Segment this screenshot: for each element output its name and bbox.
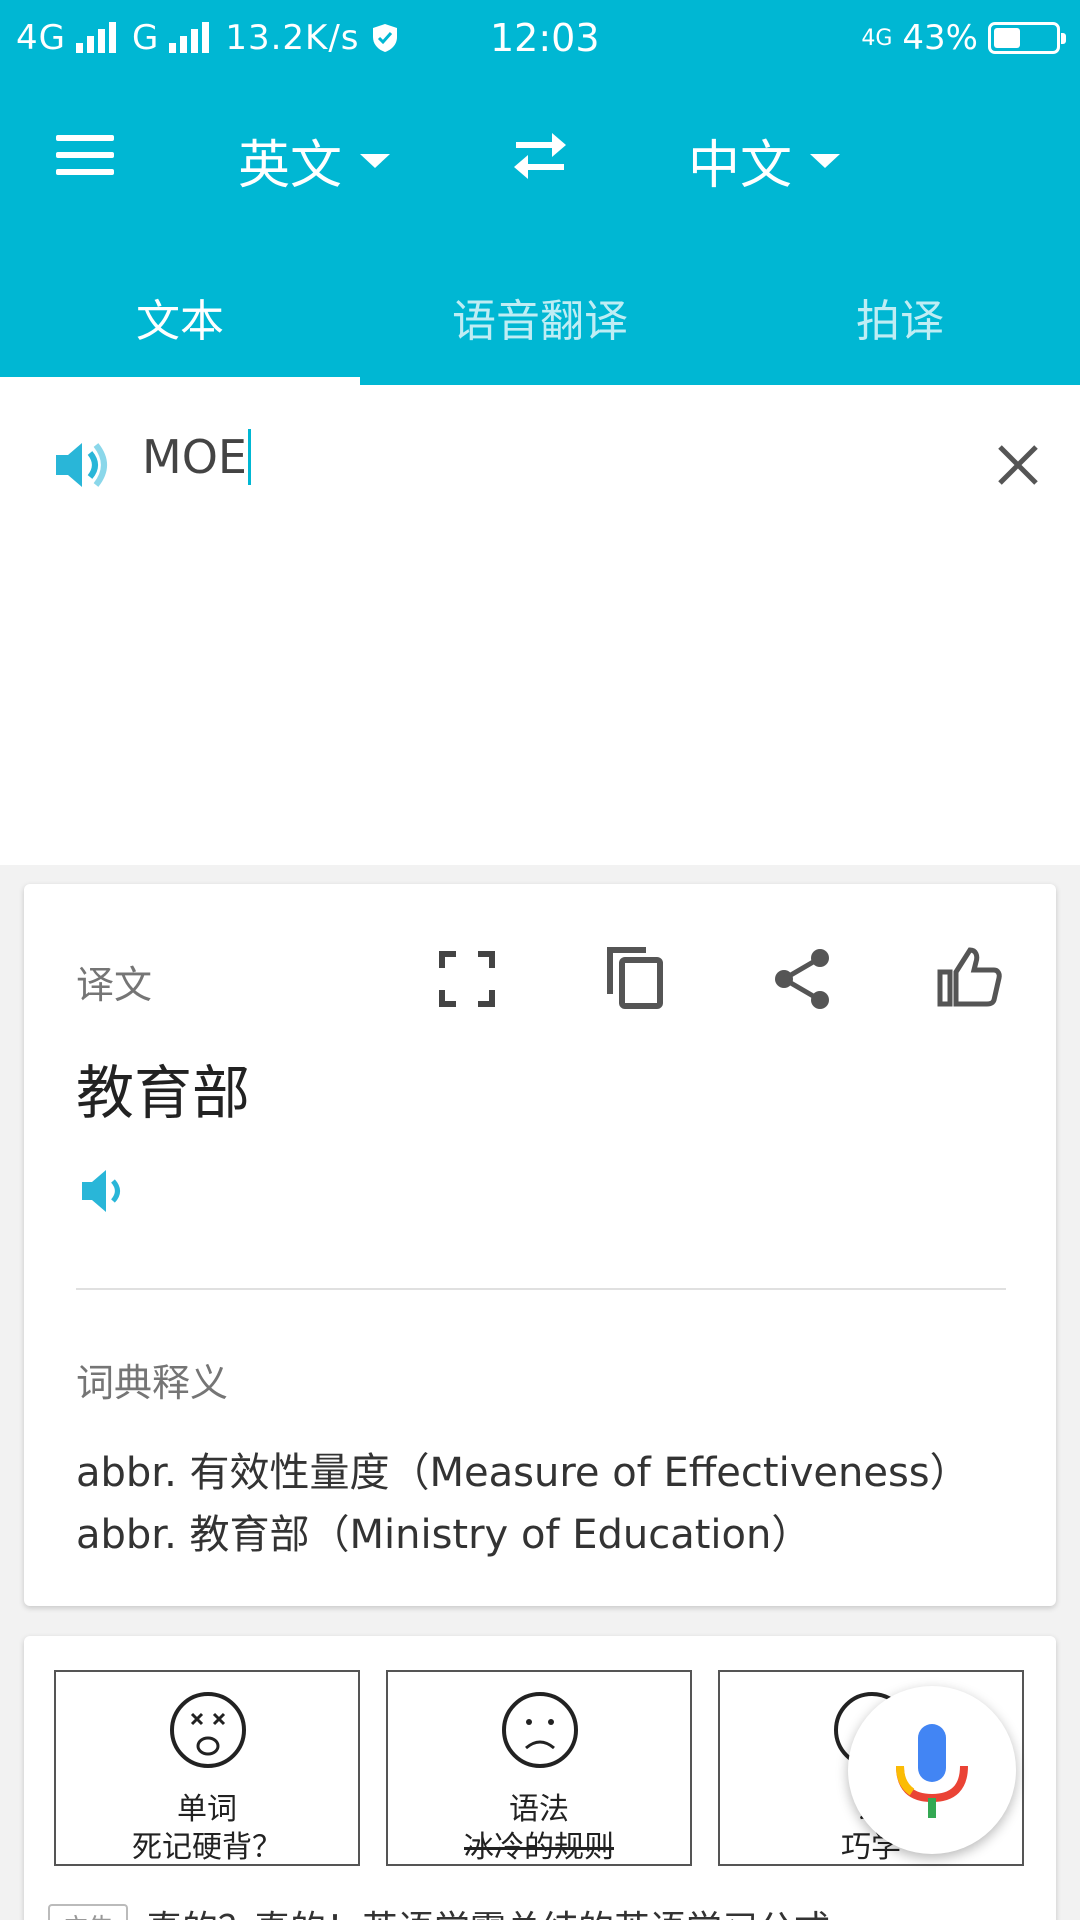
mic-icon bbox=[896, 1724, 968, 1818]
translation-label: 译文 bbox=[76, 963, 153, 1007]
net-speed: 13.2K/s bbox=[225, 18, 360, 58]
dizzy-face-icon bbox=[170, 1692, 246, 1768]
shield-icon bbox=[372, 24, 397, 52]
translation-result: 教育部 bbox=[76, 1059, 251, 1127]
status-bar: 4G G 13.2K/s 12:03 4G 43% bbox=[0, 0, 1080, 75]
speaker-icon[interactable] bbox=[80, 1166, 130, 1216]
network-type-right: 4G bbox=[861, 25, 893, 51]
ad-tile[interactable]: 单词 死记硬背？ bbox=[54, 1670, 360, 1866]
ad-badge: 广告 bbox=[48, 1903, 129, 1920]
chevron-down-icon bbox=[810, 153, 841, 168]
target-language-label: 中文 bbox=[688, 136, 793, 196]
language-bar: 英文 中文 bbox=[0, 95, 1080, 215]
tab-voice-translate[interactable]: 语音翻译 bbox=[360, 285, 720, 349]
dictionary-definition: abbr. 有效性量度（Measure of Effectiveness） bbox=[76, 1450, 970, 1496]
ad-tile-subtitle: 冰冷的规则 bbox=[464, 1830, 614, 1865]
clock: 12:03 bbox=[490, 16, 600, 60]
source-language-select[interactable]: 英文 bbox=[238, 123, 391, 198]
source-language-label: 英文 bbox=[238, 136, 343, 196]
signal-icon bbox=[75, 21, 122, 55]
battery-percent: 43% bbox=[902, 18, 978, 58]
ad-tile-subtitle: 死记硬背？ bbox=[132, 1830, 282, 1865]
swap-icon[interactable] bbox=[508, 127, 572, 183]
input-panel[interactable]: MOE bbox=[0, 385, 1080, 865]
divider bbox=[76, 1288, 1006, 1290]
speaker-icon[interactable] bbox=[52, 437, 112, 493]
signal-icon-2 bbox=[169, 21, 215, 55]
voice-input-button[interactable] bbox=[848, 1686, 1016, 1854]
status-right: 4G 43% bbox=[861, 18, 1066, 58]
fullscreen-icon[interactable] bbox=[432, 944, 502, 1014]
tab-indicator bbox=[0, 377, 360, 385]
chevron-down-icon bbox=[360, 153, 391, 168]
source-text-input[interactable]: MOE bbox=[142, 429, 251, 485]
ad-tile[interactable]: 语法 冰冷的规则 bbox=[386, 1670, 692, 1866]
network-type-label-2: G bbox=[131, 18, 160, 58]
translation-card: 译文 教育部 词典释义 abbr. 有效性量度（Measure of Effec… bbox=[24, 884, 1056, 1606]
target-language-select[interactable]: 中文 bbox=[688, 123, 841, 198]
share-icon[interactable] bbox=[768, 944, 838, 1014]
close-icon[interactable] bbox=[994, 441, 1042, 489]
copy-icon[interactable] bbox=[600, 942, 670, 1012]
dictionary-title: 词典释义 bbox=[76, 1361, 229, 1405]
battery-icon bbox=[988, 22, 1066, 54]
ad-text-row[interactable]: 广告 真的？真的！英语学霸总结的英语学习公式 bbox=[48, 1900, 830, 1920]
sad-face-icon bbox=[502, 1692, 578, 1768]
thumbs-up-icon[interactable] bbox=[934, 942, 1004, 1012]
ad-headline: 真的？真的！英语学霸总结的英语学习公式 bbox=[146, 1900, 830, 1920]
tab-photo-translate[interactable]: 拍译 bbox=[720, 285, 1080, 349]
battery-fill bbox=[994, 28, 1020, 48]
tab-text[interactable]: 文本 bbox=[0, 285, 360, 349]
dictionary-definition: abbr. 教育部（Ministry of Education） bbox=[76, 1512, 812, 1558]
status-left: 4G G 13.2K/s bbox=[16, 18, 400, 58]
tab-bar: 文本 语音翻译 拍译 bbox=[0, 265, 1080, 385]
menu-icon[interactable] bbox=[56, 135, 114, 175]
source-text-value: MOE bbox=[142, 430, 247, 484]
text-cursor bbox=[247, 429, 251, 485]
app-header: 4G G 13.2K/s 12:03 4G 43% 英文 中文 文本 语音翻译 … bbox=[0, 0, 1080, 385]
network-type-label: 4G bbox=[16, 18, 66, 58]
